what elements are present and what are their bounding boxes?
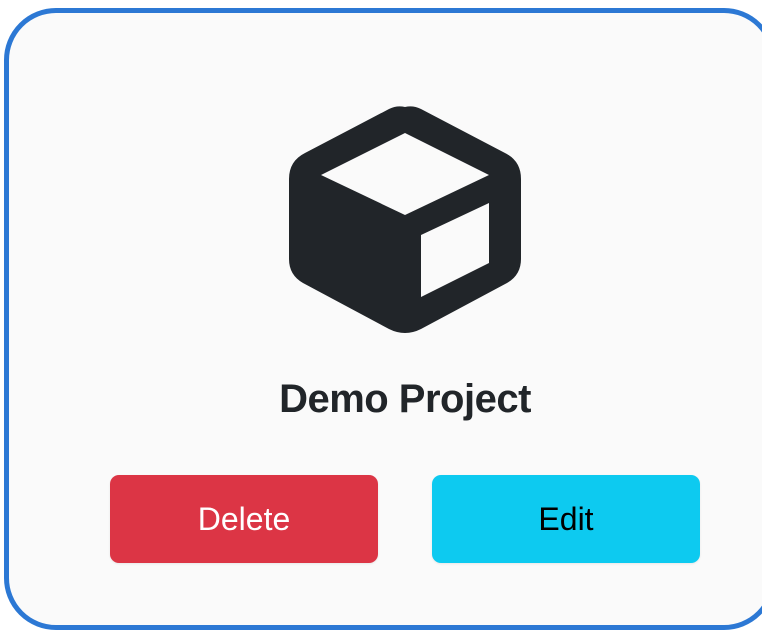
project-title: Demo Project: [279, 377, 531, 421]
project-card: Demo Project Delete Edit: [4, 8, 762, 630]
box-icon: [285, 103, 525, 335]
edit-button[interactable]: Edit: [432, 475, 700, 563]
delete-button[interactable]: Delete: [110, 475, 378, 563]
